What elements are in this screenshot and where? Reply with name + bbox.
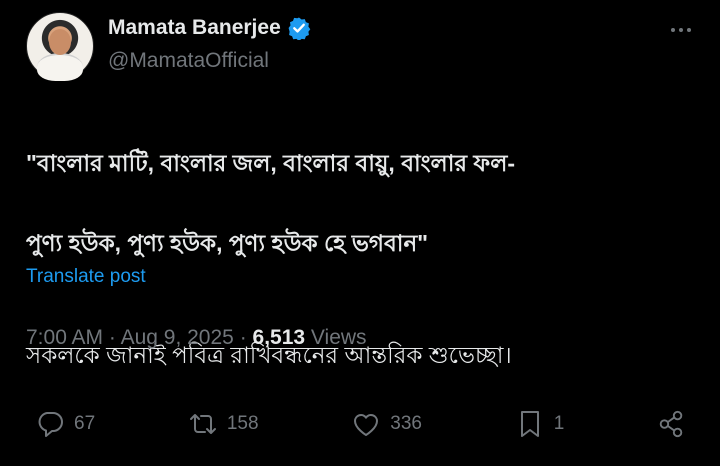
verified-badge-icon[interactable] (287, 16, 311, 40)
share-button[interactable] (656, 409, 686, 439)
author-name[interactable]: Mamata Banerjee (108, 16, 281, 40)
meta-separator: · (108, 326, 121, 349)
post-line-2: পুণ্য হউক, পুণ্য হউক, পুণ্য হউক হে ভগবান… (26, 230, 429, 256)
post-header: Mamata Banerjee @MamataOfficial (26, 12, 700, 82)
avatar-figure (37, 53, 83, 81)
bookmark-count: 1 (553, 413, 565, 434)
translate-post-link[interactable]: Translate post (26, 266, 146, 288)
avatar-face (49, 29, 71, 55)
bookmark-button[interactable]: 1 (514, 408, 565, 440)
views-count: 6,513 (252, 326, 306, 349)
author-handle[interactable]: @MamataOfficial (108, 49, 269, 73)
more-icon[interactable] (666, 18, 696, 42)
like-count: 336 (390, 413, 422, 434)
views-label: Views (310, 326, 367, 349)
like-icon (354, 414, 379, 436)
post-meta: 7:00 AM · Aug 9, 2025 · 6,513 Views (26, 326, 367, 350)
meta-separator: · (239, 326, 253, 349)
reply-count: 67 (74, 413, 96, 434)
post-time[interactable]: 7:00 AM (26, 326, 103, 349)
name-row: Mamata Banerjee (108, 16, 311, 40)
action-bar: 67 158 336 1 (34, 404, 686, 444)
repost-button[interactable]: 158 (187, 408, 259, 440)
reply-button[interactable]: 67 (34, 408, 95, 440)
repost-icon (189, 414, 216, 434)
like-button[interactable]: 336 (350, 408, 422, 440)
share-icon (659, 410, 683, 438)
avatar[interactable] (26, 12, 94, 81)
reply-icon (38, 412, 63, 437)
repost-count: 158 (226, 413, 259, 434)
post-line-1: "বাংলার মাটি, বাংলার জল, বাংলার বায়ু, ব… (26, 150, 516, 176)
bookmark-icon (520, 411, 539, 437)
post-date[interactable]: Aug 9, 2025 (121, 326, 234, 349)
